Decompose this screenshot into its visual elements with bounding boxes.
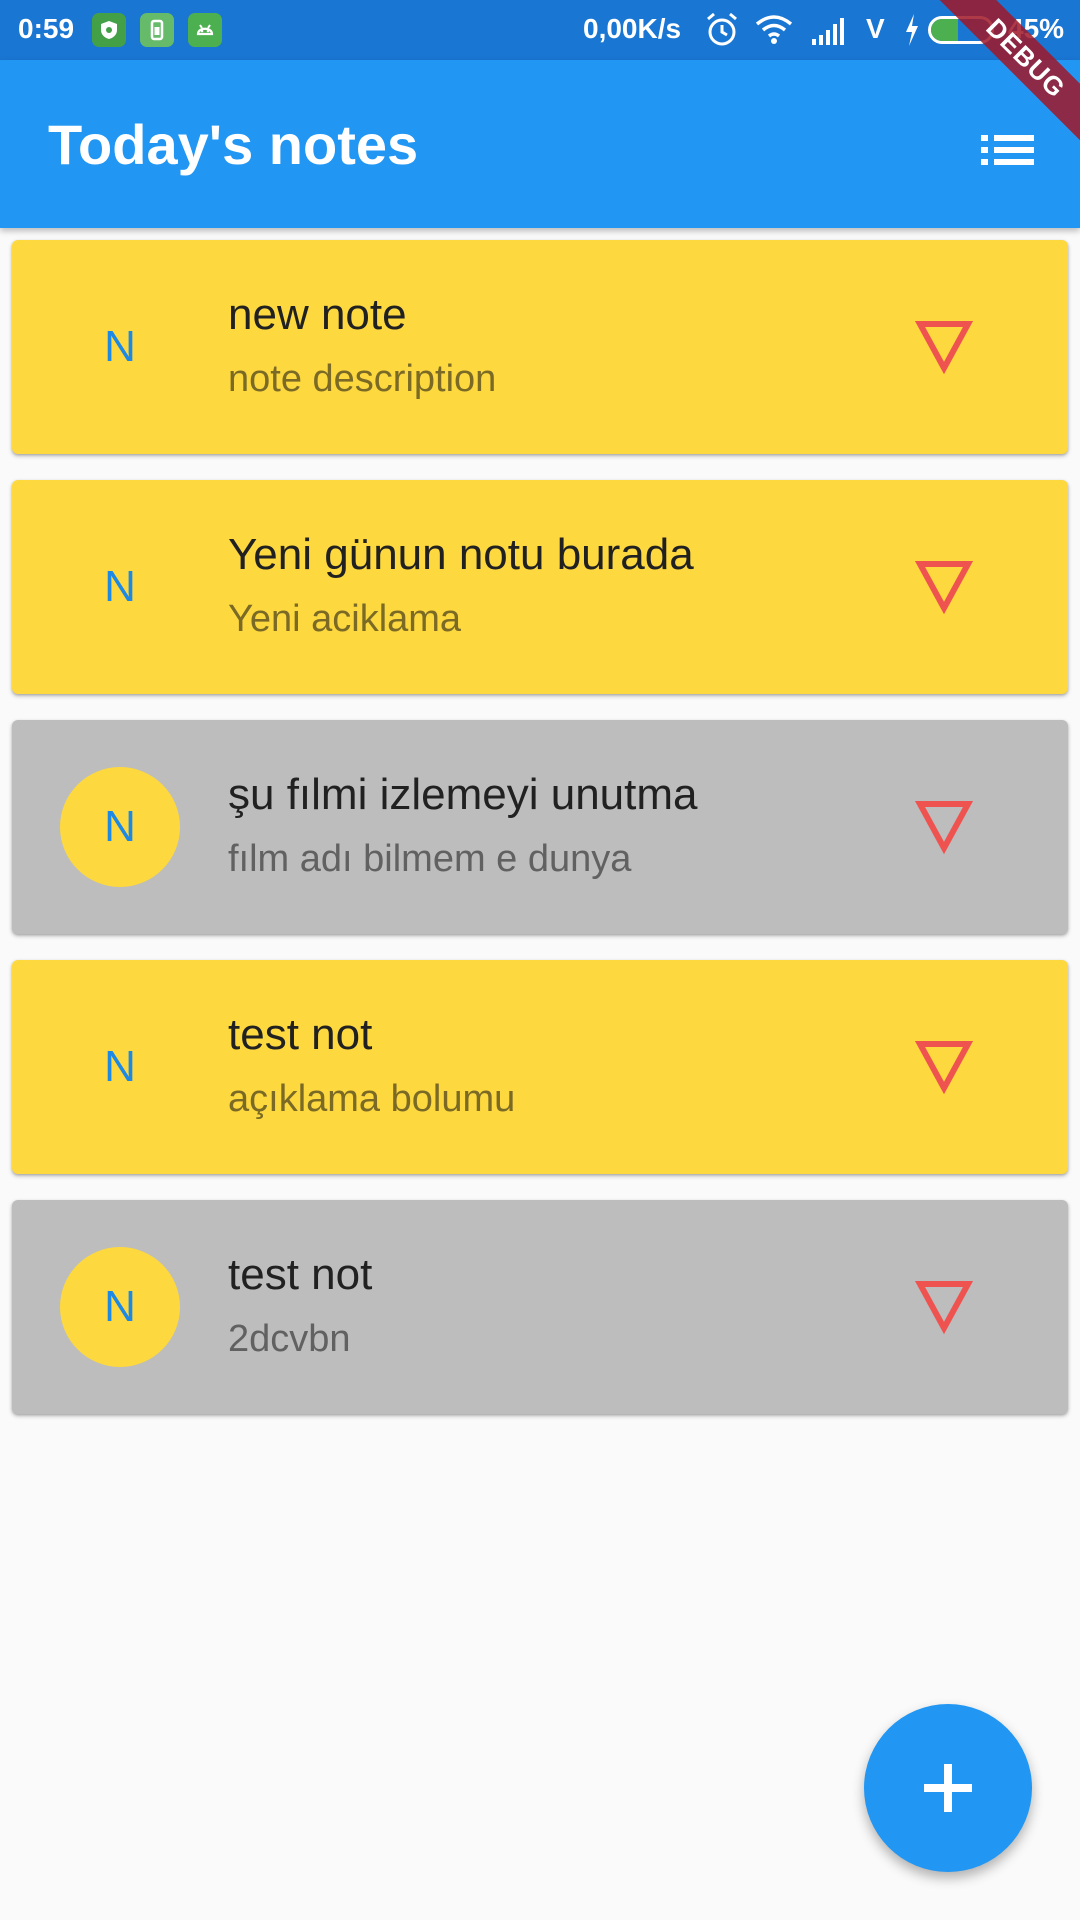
status-bar: 0:59 0,00K/s V 45%: [0, 0, 1080, 60]
carrier-letter: V: [866, 13, 885, 44]
note-avatar: N: [104, 562, 136, 611]
triangle-down-icon: [914, 801, 974, 855]
note-title: test not: [228, 1250, 373, 1299]
triangle-down-icon: [914, 1281, 974, 1335]
triangle-down-icon: [914, 1041, 974, 1095]
battery-level: [931, 19, 958, 41]
note-card[interactable]: N test not açıklama bolumu: [12, 960, 1068, 1174]
status-time: 0:59: [18, 13, 75, 44]
note-card[interactable]: N test not 2dcvbn: [12, 1200, 1068, 1414]
plus-icon: [924, 1764, 972, 1812]
note-avatar: N: [60, 767, 180, 887]
screen: 0:59 0,00K/s V 45% Today's notes DEBUG N…: [0, 0, 1080, 1920]
network-speed: 0,00K/s: [583, 13, 682, 44]
note-avatar: N: [60, 1247, 180, 1367]
note-description: note description: [228, 358, 497, 400]
note-description: fılm adı bilmem e dunya: [228, 838, 632, 880]
triangle-down-icon: [914, 561, 974, 615]
note-avatar: N: [104, 1042, 136, 1091]
note-card[interactable]: N Yeni günun notu burada Yeni aciklama: [12, 480, 1068, 694]
shield-app-icon: [92, 13, 126, 47]
note-description: açıklama bolumu: [228, 1078, 516, 1120]
delete-note-button[interactable]: [914, 1038, 974, 1095]
delete-note-button[interactable]: [914, 798, 974, 855]
add-note-button[interactable]: [864, 1704, 1032, 1872]
phone-app-icon: [140, 13, 174, 47]
signal-icon: [810, 10, 850, 57]
note-title: Yeni günun notu burada: [228, 530, 694, 579]
note-description: 2dcvbn: [228, 1318, 351, 1360]
app-bar: Today's notes: [0, 60, 1080, 228]
note-title: test not: [228, 1010, 373, 1059]
delete-note-button[interactable]: [914, 318, 974, 375]
page-title: Today's notes: [48, 113, 419, 176]
list-icon: [981, 135, 1034, 165]
delete-note-button[interactable]: [914, 1278, 974, 1335]
wifi-icon: [754, 10, 794, 57]
triangle-down-icon: [914, 321, 974, 375]
note-card[interactable]: N new note note description: [12, 240, 1068, 454]
note-card[interactable]: N şu fılmi izlemeyi unutma fılm adı bilm…: [12, 720, 1068, 934]
charging-icon: [902, 10, 922, 57]
note-title: şu fılmi izlemeyi unutma: [228, 770, 698, 819]
note-title: new note: [228, 290, 407, 339]
android-app-icon: [188, 13, 222, 47]
menu-button[interactable]: [966, 118, 1046, 182]
delete-note-button[interactable]: [914, 558, 974, 615]
alarm-icon: [704, 10, 740, 57]
note-description: Yeni aciklama: [228, 598, 462, 640]
note-avatar: N: [104, 322, 136, 371]
